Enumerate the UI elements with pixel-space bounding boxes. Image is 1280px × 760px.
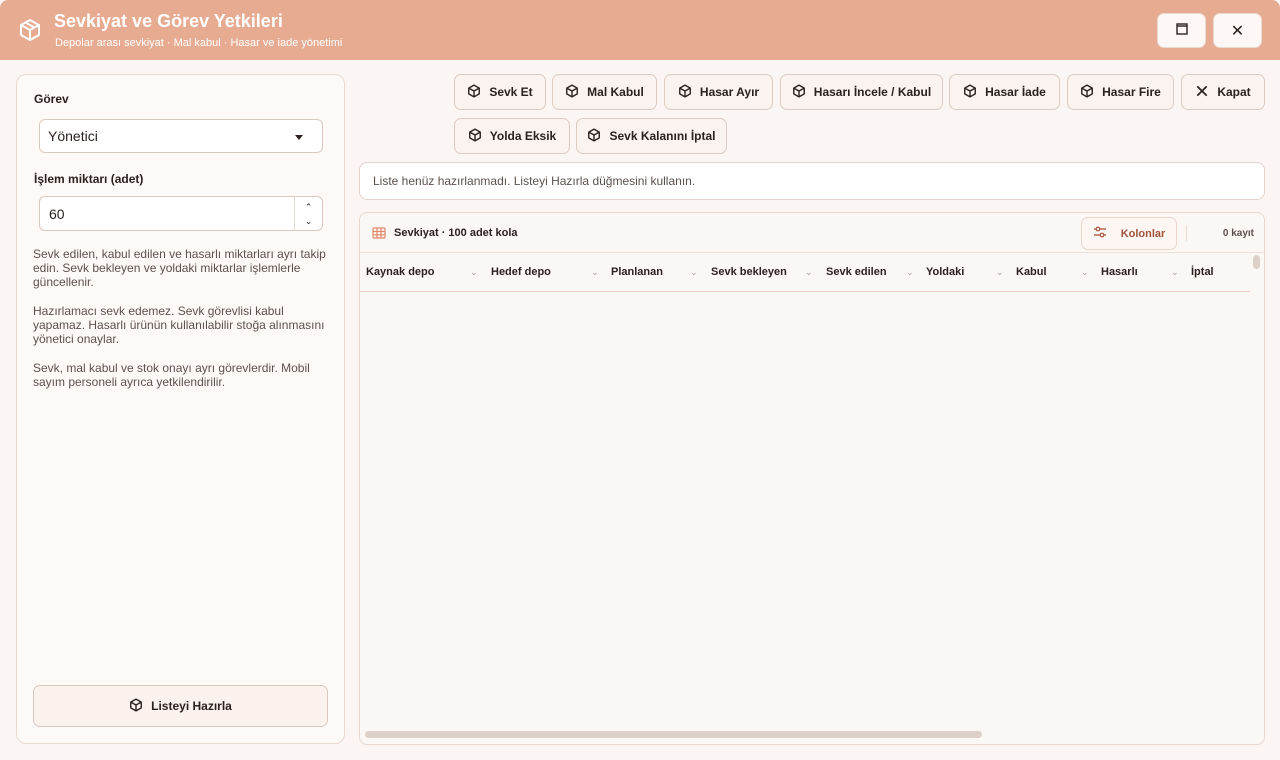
missing-in-transit-button[interactable]: Yolda Eksik: [454, 118, 570, 154]
box-icon: [963, 83, 977, 101]
separate-damage-button[interactable]: Hasar Ayır: [664, 74, 773, 110]
ship-button[interactable]: Sevk Et: [454, 74, 546, 110]
close-action-label: Kapat: [1217, 85, 1251, 99]
box-icon: [678, 83, 692, 101]
prepare-list-label: Listeyi Hazırla: [151, 699, 232, 713]
horizontal-scrollbar[interactable]: [365, 731, 982, 738]
stepper-buttons: ⌃ ⌄: [294, 197, 322, 230]
sort-icon[interactable]: ⌄: [906, 267, 914, 278]
quantity-value: 60: [49, 205, 65, 222]
dropdown-arrow-icon: [295, 135, 303, 140]
close-icon: [1195, 84, 1209, 101]
title-bar: Sevkiyat ve Görev Yetkileri Depolar aras…: [0, 0, 1280, 60]
sort-icon[interactable]: ⌄: [996, 267, 1004, 278]
divider: [1186, 225, 1187, 241]
sort-icon[interactable]: ⌄: [1081, 267, 1089, 278]
role-label: Görev: [34, 92, 69, 106]
damage-return-button[interactable]: Hasar İade: [949, 74, 1060, 110]
box-icon: [1080, 83, 1094, 101]
box-icon: [468, 127, 482, 145]
sort-icon[interactable]: ⌄: [591, 267, 599, 278]
info-note-3: Sevk, mal kabul ve stok onayı ayrı görev…: [33, 361, 310, 389]
spin-down-icon[interactable]: ⌄: [305, 214, 313, 228]
sort-icon[interactable]: ⌄: [1171, 267, 1179, 278]
status-message: Liste henüz hazırlanmadı. Listeyi Hazırl…: [359, 162, 1265, 200]
col-source-depot[interactable]: Kaynak depo: [366, 266, 434, 278]
col-accepted[interactable]: Kabul: [1016, 266, 1047, 278]
receive-goods-label: Mal Kabul: [587, 85, 644, 99]
settings-panel: Görev Yönetici İşlem miktarı (adet) 60 ⌃…: [16, 74, 345, 744]
sort-icon[interactable]: ⌄: [690, 267, 698, 278]
app-subtitle: Depolar arası sevkiyat · Mal kabul · Has…: [55, 37, 343, 49]
receive-goods-button[interactable]: Mal Kabul: [552, 74, 657, 110]
col-damaged[interactable]: Hasarlı: [1101, 266, 1138, 278]
missing-in-transit-label: Yolda Eksik: [489, 129, 557, 143]
cancel-remaining-label: Sevk Kalanını İptal: [609, 129, 716, 143]
quantity-stepper[interactable]: 60 ⌃ ⌄: [39, 196, 323, 231]
table-icon: [372, 226, 386, 240]
sliders-icon: [1093, 225, 1107, 242]
vertical-scrollbar[interactable]: [1253, 255, 1260, 269]
maximize-icon: [1175, 22, 1188, 40]
shipment-grid: Sevkiyat · 100 adet kola Kolonlar 0 kayı…: [359, 212, 1265, 745]
grid-header: Sevkiyat · 100 adet kola Kolonlar 0 kayı…: [360, 213, 1264, 253]
spin-up-icon[interactable]: ⌃: [305, 200, 313, 214]
review-damage-button[interactable]: Hasarı İncele / Kabul: [780, 74, 943, 110]
columns-label: Kolonlar: [1120, 227, 1166, 240]
columns-button[interactable]: Kolonlar: [1081, 217, 1177, 250]
damage-scrap-button[interactable]: Hasar Fire: [1067, 74, 1174, 110]
sort-icon[interactable]: ⌄: [805, 267, 813, 278]
col-cancelled[interactable]: İptal: [1191, 266, 1214, 278]
ship-label: Sevk Et: [489, 85, 533, 99]
info-note-1: Sevk edilen, kabul edilen ve hasarlı mik…: [33, 247, 326, 289]
box-icon: [587, 127, 601, 145]
prepare-list-button[interactable]: Listeyi Hazırla: [33, 685, 328, 727]
col-planned[interactable]: Planlanan: [611, 266, 663, 278]
damage-scrap-label: Hasar Fire: [1102, 85, 1161, 99]
col-shipped[interactable]: Sevk edilen: [826, 266, 887, 278]
record-count: 0 kayıt: [1222, 228, 1254, 239]
box-icon: [792, 83, 806, 101]
box-icon: [467, 83, 481, 101]
col-in-transit[interactable]: Yoldaki: [926, 266, 964, 278]
maximize-button[interactable]: [1157, 13, 1206, 48]
grid-title: Sevkiyat · 100 adet kola: [394, 227, 518, 239]
review-damage-label: Hasarı İncele / Kabul: [813, 85, 932, 99]
quantity-label: İşlem miktarı (adet): [34, 172, 144, 186]
info-note-2: Hazırlamacı sevk edemez. Sevk görevlisi …: [33, 304, 325, 346]
role-select-value: Yönetici: [48, 128, 98, 144]
cancel-remaining-button[interactable]: Sevk Kalanını İptal: [576, 118, 727, 154]
col-awaiting-shipment[interactable]: Sevk bekleyen: [711, 266, 787, 278]
box-icon: [18, 18, 42, 42]
box-icon: [129, 697, 143, 715]
box-icon: [565, 83, 579, 101]
close-action-button[interactable]: Kapat: [1181, 74, 1265, 110]
damage-return-label: Hasar İade: [985, 85, 1046, 99]
close-button[interactable]: ✕: [1213, 13, 1262, 48]
separate-damage-label: Hasar Ayır: [699, 85, 760, 99]
col-target-depot[interactable]: Hedef depo: [491, 266, 551, 278]
close-icon: ✕: [1230, 22, 1245, 40]
column-header-row: Kaynak depo ⌄ Hedef depo ⌄ Planlanan ⌄ S…: [360, 253, 1250, 292]
sort-icon[interactable]: ⌄: [470, 267, 478, 278]
role-select[interactable]: Yönetici: [39, 119, 323, 153]
app-title: Sevkiyat ve Görev Yetkileri: [54, 11, 283, 31]
